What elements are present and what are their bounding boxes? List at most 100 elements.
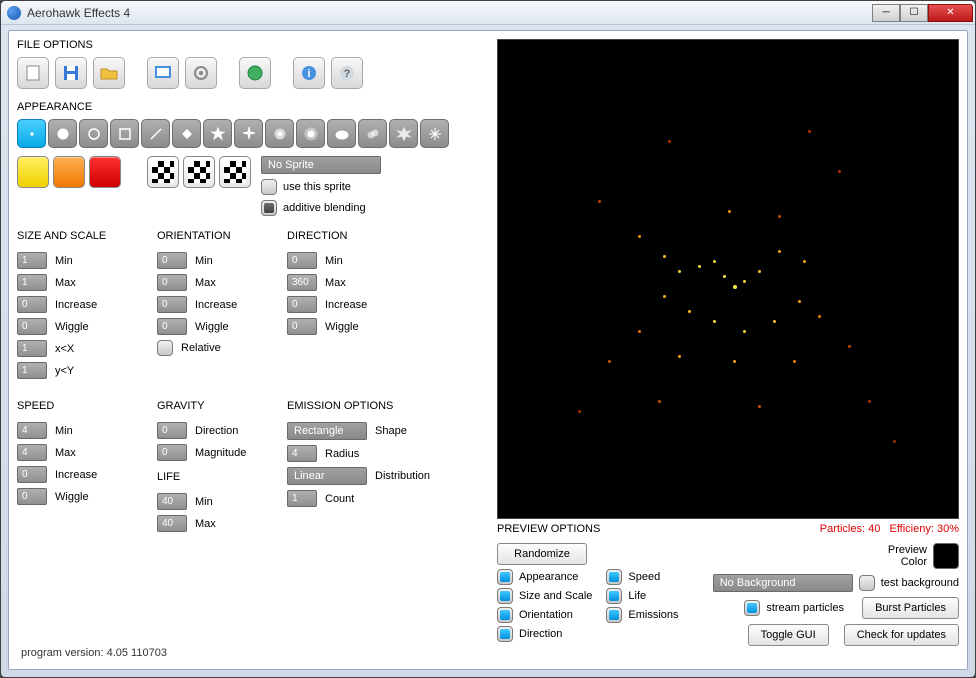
speed-increase-label: Increase	[55, 469, 97, 481]
orientation-min-input[interactable]: 0	[157, 252, 187, 269]
orientation-min-label: Min	[195, 255, 213, 267]
rand-appearance-checkbox[interactable]	[497, 569, 513, 585]
shape-glow-button[interactable]	[296, 119, 325, 148]
orientation-max-input[interactable]: 0	[157, 274, 187, 291]
open-button[interactable]	[93, 57, 125, 89]
speed-max-label: Max	[55, 447, 76, 459]
life-max-label: Max	[195, 518, 216, 530]
speed-min-label: Min	[55, 425, 73, 437]
rand-emissions-checkbox[interactable]	[606, 607, 622, 623]
shape-flare-button[interactable]	[265, 119, 294, 148]
preview-stats: Particles: 40 Efficieny: 30%	[820, 523, 959, 535]
sprite-field[interactable]: No Sprite	[261, 156, 381, 174]
status-bar: program version: 4.05 110703	[21, 647, 167, 659]
toggle-gui-button[interactable]: Toggle GUI	[748, 624, 829, 646]
shape-diamond-button[interactable]	[172, 119, 201, 148]
close-button[interactable]: ✕	[928, 4, 973, 22]
size-wiggle-input[interactable]: 0	[17, 318, 47, 335]
display-button[interactable]	[147, 57, 179, 89]
rand-orientation-checkbox[interactable]	[497, 607, 513, 623]
emission-count-input[interactable]: 1	[287, 490, 317, 507]
rand-life-checkbox[interactable]	[606, 588, 622, 604]
gravity-magnitude-input[interactable]: 0	[157, 444, 187, 461]
burst-particles-button[interactable]: Burst Particles	[862, 597, 959, 619]
info-button[interactable]: i	[293, 57, 325, 89]
additive-blending-checkbox[interactable]	[261, 200, 277, 216]
direction-wiggle-label: Wiggle	[325, 321, 359, 333]
alpha-swatch-1[interactable]	[147, 156, 179, 188]
life-max-input[interactable]: 40	[157, 515, 187, 532]
direction-min-label: Min	[325, 255, 343, 267]
shape-spark-button[interactable]	[234, 119, 263, 148]
size-max-input[interactable]: 1	[17, 274, 47, 291]
gravity-header: GRAVITY	[157, 400, 267, 412]
shape-smoke-button[interactable]	[358, 119, 387, 148]
preview-color-label: Preview Color	[888, 544, 927, 568]
shape-line-button[interactable]	[141, 119, 170, 148]
speed-wiggle-input[interactable]: 0	[17, 488, 47, 505]
shape-snow-button[interactable]	[420, 119, 449, 148]
speed-min-input[interactable]: 4	[17, 422, 47, 439]
direction-min-input[interactable]: 0	[287, 252, 317, 269]
help-button[interactable]: ?	[331, 57, 363, 89]
test-background-checkbox[interactable]	[859, 575, 875, 591]
maximize-button[interactable]: ☐	[900, 4, 928, 22]
emission-radius-input[interactable]: 4	[287, 445, 317, 462]
life-min-input[interactable]: 40	[157, 493, 187, 510]
background-field[interactable]: No Background	[713, 574, 853, 592]
shape-ring-button[interactable]	[79, 119, 108, 148]
direction-max-input[interactable]: 360	[287, 274, 317, 291]
orientation-increase-input[interactable]: 0	[157, 296, 187, 313]
shape-square-button[interactable]	[110, 119, 139, 148]
orientation-wiggle-input[interactable]: 0	[157, 318, 187, 335]
shape-cloud-button[interactable]	[327, 119, 356, 148]
rand-speed-checkbox[interactable]	[606, 569, 622, 585]
check-updates-button[interactable]: Check for updates	[844, 624, 959, 646]
preview-viewport[interactable]	[497, 39, 959, 519]
preview-color-swatch[interactable]	[933, 543, 959, 569]
color-swatch-1[interactable]	[17, 156, 49, 188]
emission-distribution-select[interactable]: Linear	[287, 467, 367, 485]
rand-size-checkbox[interactable]	[497, 588, 513, 604]
alpha-swatch-2[interactable]	[183, 156, 215, 188]
stream-particles-checkbox[interactable]	[744, 600, 760, 616]
new-file-button[interactable]	[17, 57, 49, 89]
color-swatch-3[interactable]	[89, 156, 121, 188]
web-button[interactable]	[239, 57, 271, 89]
svg-text:i: i	[307, 68, 310, 80]
gravity-direction-input[interactable]: 0	[157, 422, 187, 439]
size-increase-input[interactable]: 0	[17, 296, 47, 313]
life-min-label: Min	[195, 496, 213, 508]
direction-increase-input[interactable]: 0	[287, 296, 317, 313]
randomize-button[interactable]: Randomize	[497, 543, 587, 565]
use-sprite-checkbox[interactable]	[261, 179, 277, 195]
size-xx-input[interactable]: 1	[17, 340, 47, 357]
shape-explosion-button[interactable]	[389, 119, 418, 148]
rand-orientation-label: Orientation	[519, 609, 573, 621]
rand-life-label: Life	[628, 590, 646, 602]
rand-direction-checkbox[interactable]	[497, 626, 513, 642]
speed-wiggle-label: Wiggle	[55, 491, 89, 503]
svg-text:?: ?	[344, 68, 351, 80]
color-swatch-2[interactable]	[53, 156, 85, 188]
emission-shape-select[interactable]: Rectangle	[287, 422, 367, 440]
size-yy-input[interactable]: 1	[17, 362, 47, 379]
alpha-swatch-3[interactable]	[219, 156, 251, 188]
direction-wiggle-input[interactable]: 0	[287, 318, 317, 335]
shape-star-button[interactable]	[203, 119, 232, 148]
rand-direction-label: Direction	[519, 628, 562, 640]
speed-max-input[interactable]: 4	[17, 444, 47, 461]
save-button[interactable]	[55, 57, 87, 89]
size-min-input[interactable]: 1	[17, 252, 47, 269]
orientation-relative-checkbox[interactable]	[157, 340, 173, 356]
particles-count: Particles: 40	[820, 523, 881, 535]
size-header: SIZE AND SCALE	[17, 230, 137, 242]
file-options-header: FILE OPTIONS	[17, 39, 482, 51]
minimize-button[interactable]: ─	[872, 4, 900, 22]
test-background-label: test background	[881, 577, 959, 589]
speed-increase-input[interactable]: 0	[17, 466, 47, 483]
settings-button[interactable]	[185, 57, 217, 89]
shape-pixel-button[interactable]	[17, 119, 46, 148]
rand-appearance-label: Appearance	[519, 571, 578, 583]
shape-disc-button[interactable]	[48, 119, 77, 148]
